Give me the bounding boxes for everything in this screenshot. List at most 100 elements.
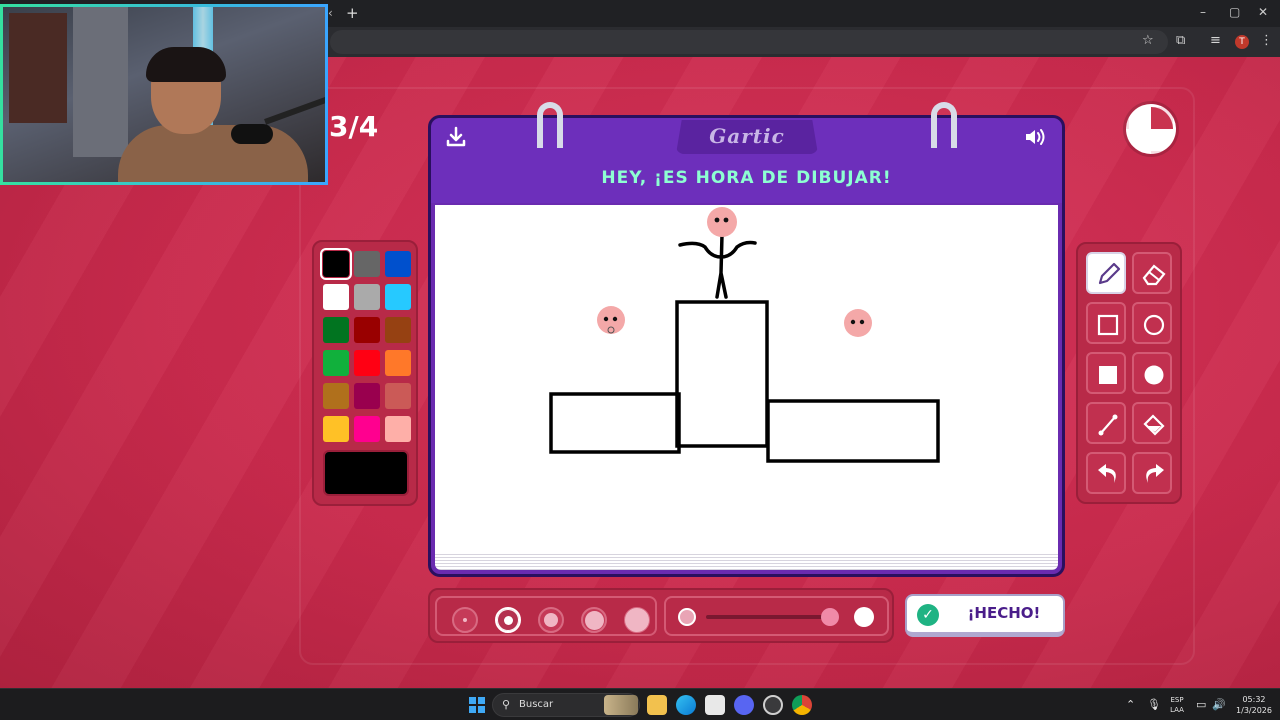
- color-swatch[interactable]: [385, 251, 411, 277]
- close-window-button[interactable]: ✕: [1258, 5, 1268, 19]
- color-swatch[interactable]: [323, 383, 349, 409]
- clock-date: 1/3/2026: [1236, 706, 1272, 715]
- color-swatch[interactable]: [385, 284, 411, 310]
- menu-kebab-icon[interactable]: ⋮: [1260, 33, 1273, 48]
- color-swatch[interactable]: [354, 350, 380, 376]
- profile-avatar[interactable]: T: [1235, 35, 1249, 49]
- volume-icon[interactable]: 🔊: [1212, 698, 1226, 711]
- download-icon[interactable]: [445, 126, 467, 154]
- color-swatch[interactable]: [385, 383, 411, 409]
- gartic-logo: Gartic: [709, 124, 785, 148]
- search-highlight-icon[interactable]: [604, 695, 638, 715]
- brush-size-dot: [463, 618, 467, 622]
- media-icon[interactable]: ≡: [1210, 33, 1221, 48]
- pen-tool-button[interactable]: [1086, 252, 1126, 294]
- undo-tool-button[interactable]: [1086, 452, 1126, 494]
- extensions-icon[interactable]: ⧉: [1176, 33, 1185, 48]
- done-button[interactable]: ✓ ¡HECHO!: [905, 594, 1065, 637]
- microphone-icon[interactable]: 🎙: [1147, 698, 1161, 711]
- opacity-track[interactable]: [706, 615, 836, 619]
- rectangle-filled-icon: [1099, 366, 1117, 384]
- minimize-button[interactable]: –: [1200, 5, 1206, 19]
- color-palette: [312, 240, 418, 506]
- tab-scroll-icon[interactable]: ‹: [328, 6, 333, 20]
- color-swatch[interactable]: [354, 383, 380, 409]
- figure-head: [707, 207, 737, 237]
- fill-bucket-tool-button[interactable]: [1132, 402, 1172, 444]
- webcam-microphone: [231, 124, 273, 144]
- color-swatch[interactable]: [323, 350, 349, 376]
- color-swatch[interactable]: [323, 317, 349, 343]
- circle-outline-icon: [1143, 314, 1165, 336]
- bookmark-star-icon[interactable]: ☆: [1142, 33, 1154, 48]
- redo-icon: [1146, 464, 1164, 483]
- brush-size-button[interactable]: [452, 607, 478, 633]
- brush-size-button[interactable]: [495, 607, 521, 633]
- redo-tool-button[interactable]: [1132, 452, 1172, 494]
- network-icon[interactable]: ▭: [1196, 698, 1206, 711]
- webcam-person-hair: [146, 47, 226, 82]
- clock-time: 05:32: [1242, 695, 1266, 704]
- pen-icon: [1098, 262, 1121, 285]
- edge-icon[interactable]: [676, 695, 696, 715]
- search-placeholder: Buscar: [519, 699, 554, 710]
- chrome-icon[interactable]: [792, 695, 812, 715]
- podium-right: [766, 399, 940, 463]
- opacity-slider[interactable]: [664, 596, 889, 636]
- drawing-canvas[interactable]: [435, 205, 1058, 552]
- color-swatch[interactable]: [385, 317, 411, 343]
- binder-ring-right: [931, 102, 957, 148]
- language-indicator[interactable]: ESP LAA: [1166, 695, 1188, 715]
- circle-outline-tool-button[interactable]: [1132, 302, 1172, 344]
- drawing: [549, 207, 940, 463]
- color-swatch[interactable]: [323, 416, 349, 442]
- brush-size-dot: [544, 613, 558, 627]
- language-top: ESP: [1170, 696, 1184, 704]
- maximize-button[interactable]: ▢: [1229, 5, 1240, 19]
- brush-size-button[interactable]: [538, 607, 564, 633]
- color-swatch[interactable]: [323, 284, 349, 310]
- address-bar[interactable]: [330, 30, 1168, 54]
- webcam-shelf: [9, 13, 67, 123]
- language-bottom: LAA: [1170, 706, 1184, 714]
- color-swatch[interactable]: [354, 251, 380, 277]
- color-swatch[interactable]: [354, 317, 380, 343]
- rectangle-outline-tool-button[interactable]: [1086, 302, 1126, 344]
- brush-size-button[interactable]: [624, 607, 650, 633]
- opacity-thumb[interactable]: [820, 608, 839, 626]
- sound-icon[interactable]: [1023, 126, 1049, 154]
- done-label: ¡HECHO!: [967, 604, 1041, 622]
- brush-size-dot: [584, 610, 604, 630]
- color-swatch[interactable]: [385, 416, 411, 442]
- stick-figure: [678, 233, 757, 299]
- obs-icon[interactable]: [763, 695, 783, 715]
- color-swatch[interactable]: [354, 416, 380, 442]
- windows-start-icon[interactable]: [469, 697, 485, 713]
- clock[interactable]: 05:32 1/3/2026: [1228, 694, 1280, 716]
- rectangle-filled-tool-button[interactable]: [1086, 352, 1126, 394]
- undo-icon: [1098, 464, 1116, 483]
- circle-filled-tool-button[interactable]: [1132, 352, 1172, 394]
- brush-size-dot: [503, 615, 513, 625]
- color-swatch[interactable]: [320, 248, 352, 280]
- drawing-board: Gartic HEY, ¡ES HORA DE DIBUJAR!: [428, 102, 1065, 577]
- eraser-tool-button[interactable]: [1132, 252, 1172, 294]
- webcam-door: [73, 7, 128, 157]
- store-icon[interactable]: [705, 695, 725, 715]
- eraser-icon: [1142, 264, 1166, 286]
- tray-chevron-icon[interactable]: ⌃: [1126, 698, 1135, 711]
- line-icon: [1098, 414, 1118, 436]
- line-tool-button[interactable]: [1086, 402, 1126, 444]
- binder-ring-left: [537, 102, 563, 148]
- discord-icon[interactable]: [734, 695, 754, 715]
- podium-center: [675, 300, 769, 448]
- color-swatch[interactable]: [385, 350, 411, 376]
- brush-size-button[interactable]: [581, 607, 607, 633]
- round-counter: 3/4: [329, 110, 379, 143]
- color-swatch[interactable]: [354, 284, 380, 310]
- face-right: [844, 309, 872, 337]
- windows-taskbar: ⚲ Buscar ⌃ 🎙 ESP LAA ▭ 🔊 05:32 1/3/2026: [0, 688, 1280, 720]
- file-explorer-icon[interactable]: [647, 695, 667, 715]
- new-tab-button[interactable]: +: [346, 4, 359, 22]
- timer-icon: [1126, 104, 1176, 154]
